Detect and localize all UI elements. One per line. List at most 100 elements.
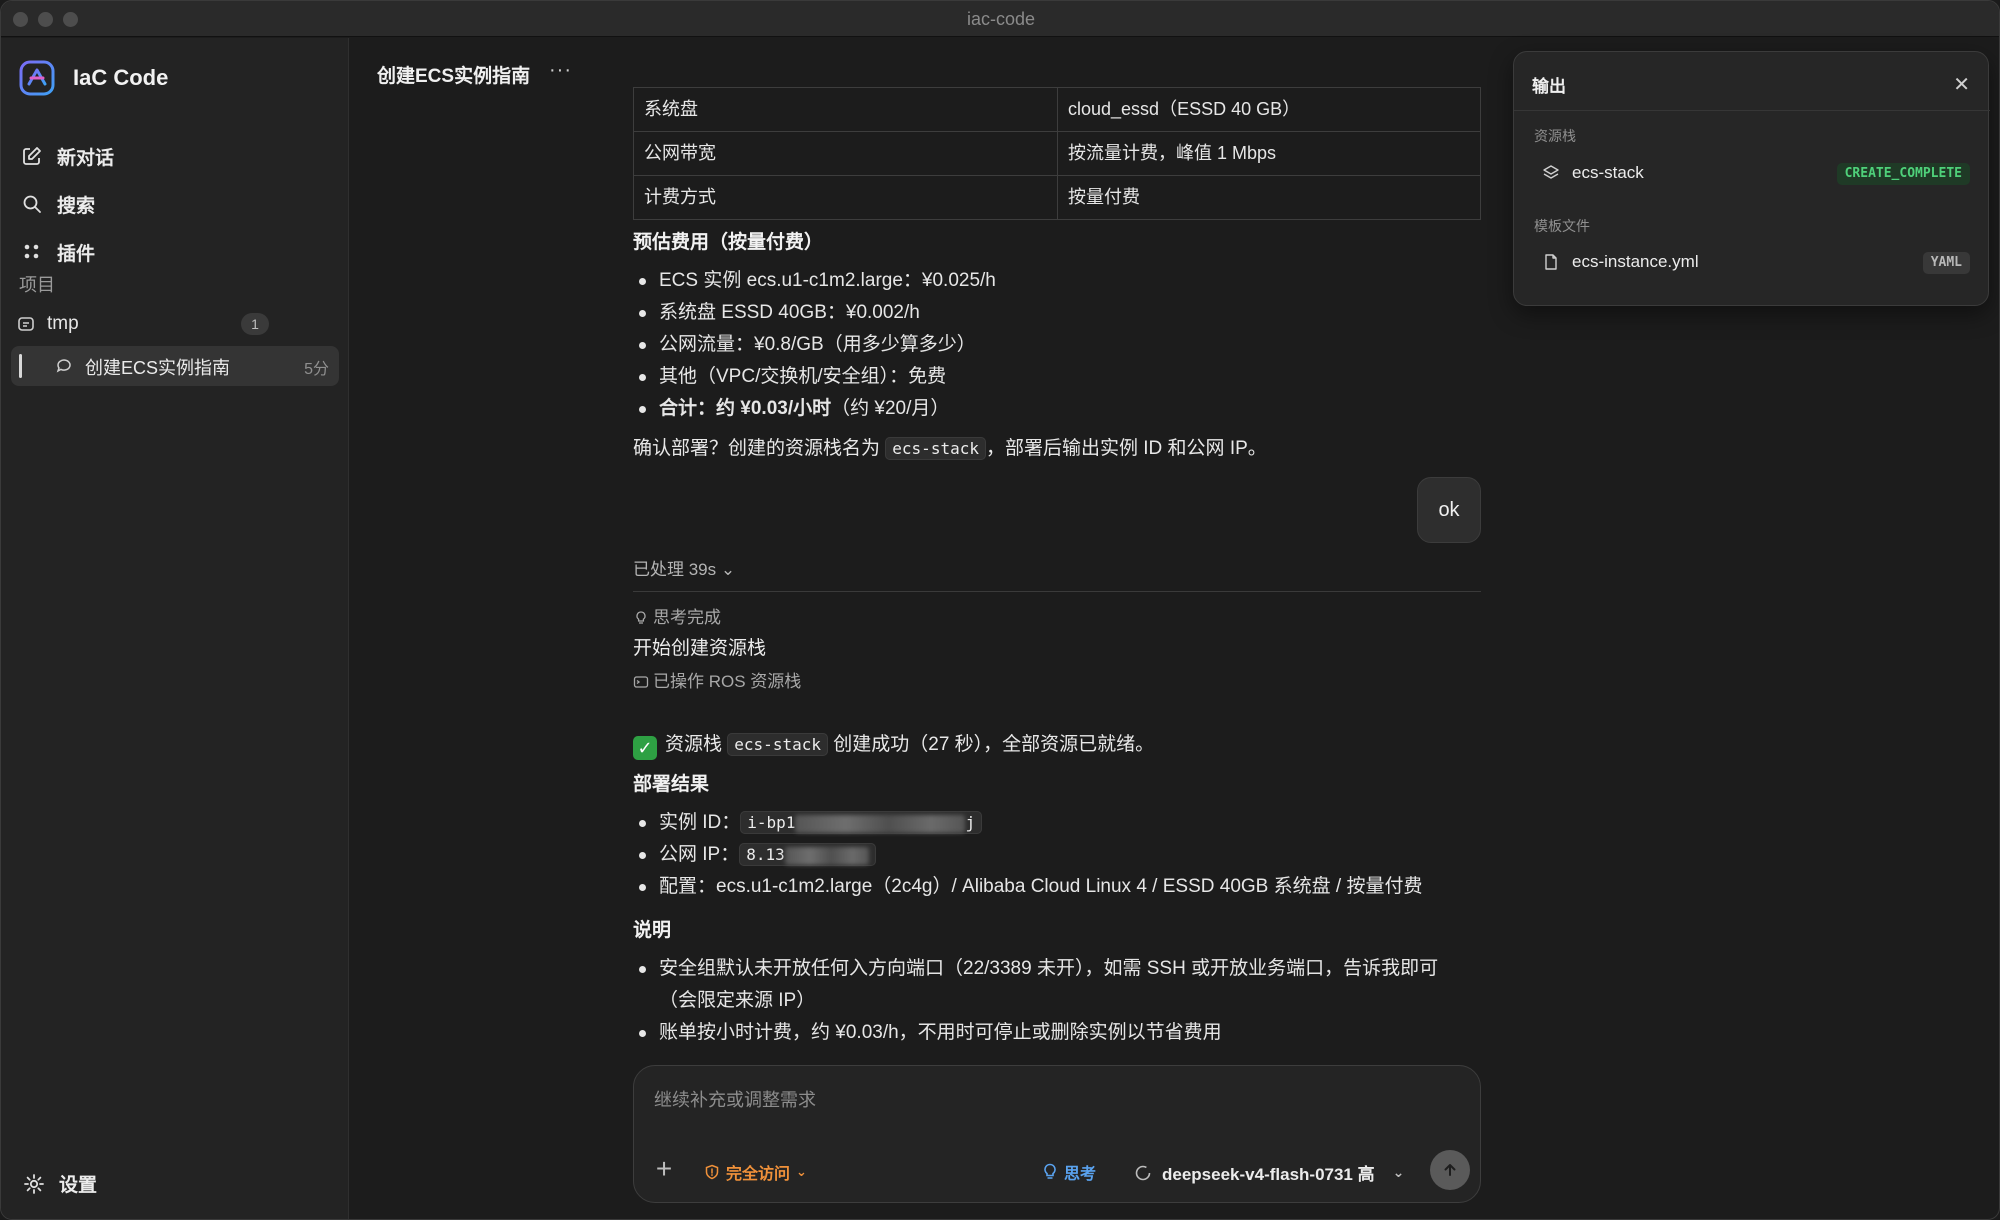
thinking-status[interactable]: 思考完成 bbox=[633, 605, 721, 631]
list-item: 系统盘 ESSD 40GB：¥0.002/h bbox=[633, 297, 1481, 329]
composer-input[interactable]: 继续补充或调整需求 bbox=[654, 1086, 816, 1112]
list-item: 公网流量：¥0.8/GB（用多少算多少） bbox=[633, 329, 1481, 361]
chat-title: 创建ECS实例指南 bbox=[85, 358, 231, 378]
search-button[interactable]: 搜索 bbox=[21, 186, 95, 222]
list-item: 安全组默认未开放任何入方向端口（22/3389 未开），如需 SSH 或开放业务… bbox=[633, 953, 1481, 985]
stack-name: ecs-stack bbox=[1572, 163, 1644, 182]
attach-button[interactable]: + bbox=[650, 1155, 678, 1184]
search-label: 搜索 bbox=[57, 195, 96, 217]
send-button[interactable] bbox=[1430, 1150, 1470, 1190]
public-ip-code: 8.13 bbox=[739, 843, 876, 866]
total-rest: （约 ¥20/月） bbox=[831, 398, 950, 419]
shield-icon bbox=[705, 1164, 719, 1180]
start-line: 开始创建资源栈 bbox=[633, 638, 767, 659]
table-cell: 系统盘 bbox=[633, 87, 1058, 132]
instance-id-prefix: i-bp1 bbox=[747, 813, 796, 832]
file-type-badge: YAML bbox=[1922, 252, 1970, 274]
ros-status[interactable]: 已操作 ROS 资源栈 bbox=[633, 669, 801, 695]
access-label: 完全访问 bbox=[726, 1166, 791, 1183]
message-composer[interactable]: 继续补充或调整需求 + 完全访问 ⌄ 思考 deepseek-v4-flash-… bbox=[633, 1065, 1481, 1203]
notes-heading: 说明 bbox=[633, 920, 672, 941]
project-tmp[interactable]: tmp 1 bbox=[17, 306, 269, 342]
new-chat-icon bbox=[23, 147, 41, 165]
ip-prefix: 8.13 bbox=[746, 845, 785, 864]
ip-label: 公网 IP： bbox=[659, 844, 740, 865]
spec-table: 系统盘 cloud_essd（ESSD 40 GB） 公网带宽 按流量计费，峰值… bbox=[633, 87, 1481, 220]
divider bbox=[633, 591, 1481, 592]
table-cell: 按流量计费，峰值 1 Mbps bbox=[1057, 131, 1481, 176]
instance-id-code: i-bp1 j bbox=[740, 811, 983, 834]
new-chat-button[interactable]: 新对话 bbox=[21, 138, 114, 174]
gear-icon bbox=[24, 1173, 44, 1194]
table-row: 系统盘 cloud_essd（ESSD 40 GB） bbox=[633, 87, 1481, 132]
think-label: 思考 bbox=[1064, 1166, 1097, 1183]
app-window: iac-code IaC Code 新对话 搜索 插件 项目 tmp 1 创建E… bbox=[0, 0, 2000, 1220]
table-row: 计费方式 按量付费 bbox=[633, 175, 1481, 220]
list-item-instance-id: 实例 ID： i-bp1 j bbox=[633, 807, 1481, 839]
success-pre: 资源栈 bbox=[665, 734, 728, 755]
table-cell: 计费方式 bbox=[633, 175, 1058, 220]
conversation-content: 系统盘 cloud_essd（ESSD 40 GB） 公网带宽 按流量计费，峰值… bbox=[633, 87, 1481, 1053]
check-icon: ✓ bbox=[633, 736, 657, 760]
list-item-config: 配置：ecs.u1-c1m2.large（2c4g）/ Alibaba Clou… bbox=[633, 871, 1481, 903]
list-item-public-ip: 公网 IP： 8.13 bbox=[633, 839, 1481, 871]
lightbulb-icon bbox=[1044, 1163, 1056, 1179]
plugins-label: 插件 bbox=[57, 243, 96, 265]
stack-code: ecs-stack bbox=[885, 437, 986, 460]
model-label: deepseek-v4-flash-0731 高 bbox=[1162, 1165, 1375, 1184]
cost-list: ECS 实例 ecs.u1-c1m2.large：¥0.025/h 系统盘 ES… bbox=[633, 265, 1481, 425]
divider bbox=[1514, 110, 1990, 111]
think-toggle[interactable]: 思考 bbox=[1042, 1160, 1096, 1184]
more-options-button[interactable]: ··· bbox=[549, 59, 572, 82]
results-heading: 部署结果 bbox=[633, 774, 710, 795]
chevron-down-icon: ⌄ bbox=[796, 1164, 807, 1179]
chat-list-item-active[interactable]: 创建ECS实例指南 5分 bbox=[11, 346, 339, 386]
results-list: 实例 ID： i-bp1 j 公网 IP： 8.13 配置：ecs.u1-c1m2.l… bbox=[633, 807, 1481, 903]
window-title: iac-code bbox=[966, 9, 1036, 29]
redacted-value bbox=[784, 846, 869, 865]
stack-item[interactable]: ecs-stack CREATE_COMPLETE bbox=[1534, 156, 1970, 190]
template-section-label: 模板文件 bbox=[1534, 218, 1590, 234]
conversation-title: 创建ECS实例指南 bbox=[377, 66, 531, 87]
list-item-continuation: （会限定来源 IP） bbox=[659, 990, 816, 1011]
processed-toggle[interactable]: 已处理 39s ⌄ bbox=[633, 557, 735, 583]
brand: IaC Code bbox=[19, 58, 168, 98]
chat-age: 5分 bbox=[304, 361, 329, 378]
search-icon bbox=[23, 195, 41, 213]
ros-label: 已操作 ROS 资源栈 bbox=[653, 672, 802, 691]
status-badge: CREATE_COMPLETE bbox=[1836, 163, 1970, 185]
list-item: ECS 实例 ecs.u1-c1m2.large：¥0.025/h bbox=[633, 265, 1481, 297]
instance-id-suffix: j bbox=[965, 813, 976, 832]
notes-list: 安全组默认未开放任何入方向端口（22/3389 未开），如需 SSH 或开放业务… bbox=[633, 953, 1481, 1049]
table-cell: 按量付费 bbox=[1057, 175, 1481, 220]
access-mode-dropdown[interactable]: 完全访问 ⌄ bbox=[704, 1160, 807, 1184]
cost-heading: 预估费用（按量付费） bbox=[633, 232, 824, 253]
settings-button[interactable]: 设置 bbox=[23, 1170, 97, 1197]
active-indicator bbox=[19, 354, 22, 378]
new-chat-label: 新对话 bbox=[57, 147, 115, 169]
loading-circle-icon bbox=[1135, 1165, 1151, 1180]
table-row: 公网带宽 按流量计费，峰值 1 Mbps bbox=[633, 131, 1481, 176]
success-post: 创建成功（27 秒），全部资源已就绪。 bbox=[827, 734, 1155, 755]
template-file-item[interactable]: ecs-instance.yml YAML bbox=[1534, 245, 1970, 279]
list-item-total: 合计：约 ¥0.03/小时（约 ¥20/月） bbox=[633, 393, 1481, 425]
confirm-post: ，部署后输出实例 ID 和公网 IP。 bbox=[985, 438, 1267, 459]
plugins-button[interactable]: 插件 bbox=[21, 234, 95, 270]
project-name: tmp bbox=[47, 313, 79, 334]
close-icon[interactable]: ✕ bbox=[1953, 72, 1970, 97]
model-selector[interactable]: deepseek-v4-flash-0731 高 ⌄ bbox=[1134, 1160, 1404, 1185]
table-cell: 公网带宽 bbox=[633, 131, 1058, 176]
user-message-bubble: ok bbox=[1417, 477, 1481, 543]
success-line: ✓ 资源栈 ecs-stack 创建成功（27 秒），全部资源已就绪。 bbox=[633, 731, 1481, 760]
list-item: 账单按小时计费，约 ¥0.03/h，不用时可停止或删除实例以节省费用 bbox=[633, 1017, 1481, 1049]
output-panel-title: 输出 bbox=[1532, 77, 1566, 96]
instance-label: 实例 ID： bbox=[659, 812, 741, 833]
lightbulb-icon bbox=[636, 611, 646, 624]
settings-label: 设置 bbox=[59, 1175, 98, 1196]
brand-name: IaC Code bbox=[73, 65, 169, 90]
confirm-text: 确认部署？创建的资源栈名为 ecs-stack ，部署后输出实例 ID 和公网 I… bbox=[633, 435, 1481, 464]
iac-logo-icon bbox=[19, 60, 55, 96]
list-item: 其他（VPC/交换机/安全组）：免费 bbox=[633, 361, 1481, 393]
file-icon bbox=[1545, 254, 1557, 270]
table-cell: cloud_essd（ESSD 40 GB） bbox=[1057, 87, 1481, 132]
